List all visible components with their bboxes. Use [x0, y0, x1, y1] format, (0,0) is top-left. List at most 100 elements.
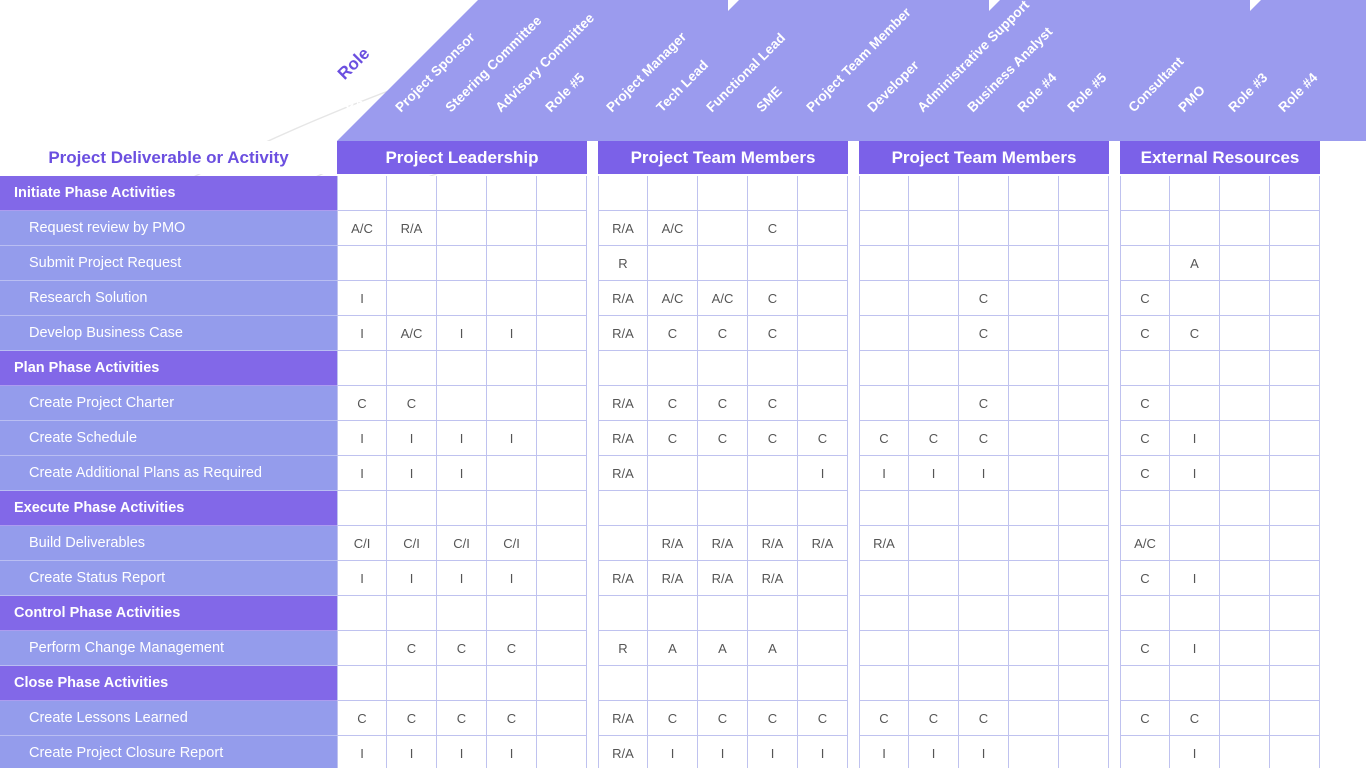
raci-cell[interactable]: I: [1170, 736, 1220, 768]
raci-cell[interactable]: I: [337, 736, 387, 768]
raci-cell[interactable]: [437, 386, 487, 421]
raci-cell[interactable]: [798, 281, 848, 316]
raci-cell[interactable]: [909, 491, 959, 526]
raci-cell[interactable]: [1059, 666, 1109, 701]
raci-cell[interactable]: C: [959, 281, 1009, 316]
raci-cell[interactable]: [1120, 491, 1170, 526]
raci-cell[interactable]: [437, 491, 487, 526]
raci-cell[interactable]: A: [698, 631, 748, 666]
raci-cell[interactable]: [437, 211, 487, 246]
raci-cell[interactable]: [959, 176, 1009, 211]
raci-cell[interactable]: I: [487, 561, 537, 596]
raci-cell[interactable]: [748, 456, 798, 491]
raci-cell[interactable]: I: [437, 456, 487, 491]
raci-cell[interactable]: [1120, 596, 1170, 631]
raci-cell[interactable]: C: [1120, 456, 1170, 491]
raci-cell[interactable]: [959, 561, 1009, 596]
raci-cell[interactable]: [1009, 561, 1059, 596]
raci-cell[interactable]: I: [648, 736, 698, 768]
raci-cell[interactable]: [1059, 246, 1109, 281]
raci-cell[interactable]: [487, 666, 537, 701]
raci-cell[interactable]: [1170, 596, 1220, 631]
raci-cell[interactable]: C: [748, 316, 798, 351]
raci-cell[interactable]: I: [1170, 456, 1220, 491]
raci-cell[interactable]: [387, 596, 437, 631]
raci-cell[interactable]: [1059, 211, 1109, 246]
raci-cell[interactable]: C: [959, 421, 1009, 456]
raci-cell[interactable]: R/A: [648, 561, 698, 596]
raci-cell[interactable]: [1059, 561, 1109, 596]
raci-cell[interactable]: [859, 666, 909, 701]
raci-cell[interactable]: [1120, 666, 1170, 701]
raci-cell[interactable]: [337, 631, 387, 666]
raci-cell[interactable]: A/C: [337, 211, 387, 246]
raci-cell[interactable]: A/C: [387, 316, 437, 351]
raci-cell[interactable]: [537, 596, 587, 631]
raci-cell[interactable]: [798, 211, 848, 246]
raci-cell[interactable]: [798, 631, 848, 666]
raci-cell[interactable]: [537, 456, 587, 491]
raci-cell[interactable]: [648, 596, 698, 631]
raci-cell[interactable]: C: [748, 281, 798, 316]
raci-cell[interactable]: A/C: [648, 281, 698, 316]
raci-cell[interactable]: C: [1120, 281, 1170, 316]
raci-cell[interactable]: [798, 351, 848, 386]
raci-cell[interactable]: I: [698, 736, 748, 768]
raci-cell[interactable]: I: [387, 456, 437, 491]
raci-cell[interactable]: [648, 491, 698, 526]
raci-cell[interactable]: [748, 176, 798, 211]
raci-cell[interactable]: [337, 176, 387, 211]
raci-cell[interactable]: [487, 491, 537, 526]
raci-cell[interactable]: [698, 211, 748, 246]
raci-cell[interactable]: [959, 666, 1009, 701]
raci-cell[interactable]: [337, 596, 387, 631]
raci-cell[interactable]: C: [648, 386, 698, 421]
raci-cell[interactable]: C: [698, 316, 748, 351]
raci-cell[interactable]: A: [648, 631, 698, 666]
activity-row[interactable]: Develop Business Case I A/C I I R/A C C C C C C: [0, 316, 1366, 351]
raci-cell[interactable]: [537, 316, 587, 351]
raci-cell[interactable]: [337, 491, 387, 526]
raci-cell[interactable]: [1059, 281, 1109, 316]
raci-cell[interactable]: [487, 176, 537, 211]
raci-cell[interactable]: R/A: [598, 561, 648, 596]
raci-cell[interactable]: [1270, 211, 1320, 246]
raci-cell[interactable]: C: [909, 421, 959, 456]
raci-cell[interactable]: [1220, 211, 1270, 246]
raci-cell[interactable]: [487, 386, 537, 421]
raci-cell[interactable]: [859, 561, 909, 596]
raci-cell[interactable]: C: [1170, 316, 1220, 351]
activity-row[interactable]: Build Deliverables C/I C/I C/I C/I R/A R/A R/A R…: [0, 526, 1366, 561]
raci-cell[interactable]: C: [748, 701, 798, 736]
activity-row[interactable]: Create Status Report I I I I R/A R/A R/A R/A C I: [0, 561, 1366, 596]
raci-cell[interactable]: [598, 596, 648, 631]
phase-header-row[interactable]: Close Phase Activities: [0, 666, 1366, 701]
raci-cell[interactable]: C: [1120, 561, 1170, 596]
raci-cell[interactable]: [909, 561, 959, 596]
raci-cell[interactable]: C: [859, 421, 909, 456]
raci-cell[interactable]: I: [798, 456, 848, 491]
raci-cell[interactable]: [909, 596, 959, 631]
raci-cell[interactable]: [648, 666, 698, 701]
raci-cell[interactable]: [748, 666, 798, 701]
raci-cell[interactable]: [1009, 316, 1059, 351]
raci-cell[interactable]: [1170, 176, 1220, 211]
raci-cell[interactable]: [959, 351, 1009, 386]
raci-cell[interactable]: [1270, 456, 1320, 491]
raci-cell[interactable]: [1270, 421, 1320, 456]
activity-row[interactable]: Create Lessons Learned C C C C R/A C C C C C C C C C: [0, 701, 1366, 736]
raci-cell[interactable]: [1059, 596, 1109, 631]
raci-cell[interactable]: [1009, 456, 1059, 491]
raci-cell[interactable]: [1220, 526, 1270, 561]
raci-cell[interactable]: [1170, 491, 1220, 526]
raci-cell[interactable]: [1270, 176, 1320, 211]
raci-cell[interactable]: A: [748, 631, 798, 666]
raci-cell[interactable]: [909, 211, 959, 246]
raci-cell[interactable]: [1220, 176, 1270, 211]
raci-cell[interactable]: [1220, 596, 1270, 631]
raci-cell[interactable]: R/A: [598, 281, 648, 316]
raci-cell[interactable]: I: [387, 421, 437, 456]
raci-cell[interactable]: [959, 211, 1009, 246]
raci-cell[interactable]: [909, 666, 959, 701]
raci-cell[interactable]: [798, 386, 848, 421]
